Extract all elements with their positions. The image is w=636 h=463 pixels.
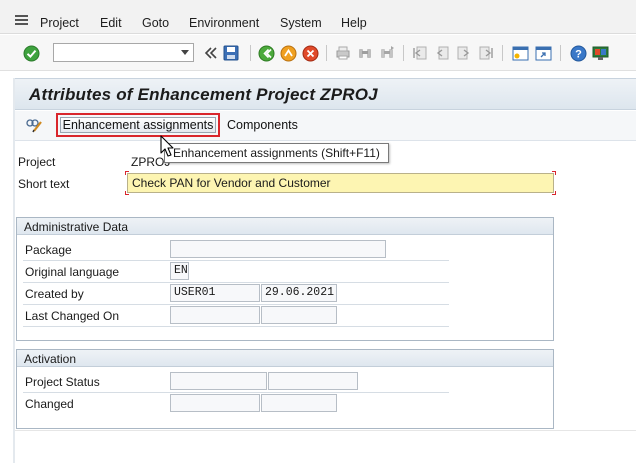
required-corner-mark: [125, 171, 129, 175]
menu-help[interactable]: Help: [341, 16, 367, 30]
enhancement-assignments-highlight: Enhancement assignments: [56, 113, 220, 137]
activation-title: Activation: [17, 350, 553, 367]
menu-project[interactable]: Project: [40, 16, 79, 30]
customize-layout-icon[interactable]: [591, 44, 609, 62]
toolbar-separator: [403, 45, 404, 61]
last-page-icon[interactable]: [477, 44, 495, 62]
changed-extra-field[interactable]: [261, 394, 337, 412]
mouse-cursor-icon: [160, 135, 176, 159]
row-divider: [23, 392, 449, 393]
row-divider: [23, 282, 449, 283]
title-bar: Attributes of Enhancement Project ZPROJ: [15, 78, 636, 110]
last-changed-date-field[interactable]: [261, 306, 337, 324]
command-field[interactable]: [53, 43, 194, 62]
toolbar-separator: [560, 45, 561, 61]
project-status-extra-field[interactable]: [268, 372, 358, 390]
cancel-icon[interactable]: [301, 44, 319, 62]
administrative-data-group: Administrative Data Package Original lan…: [16, 217, 554, 341]
created-by-user-field[interactable]: USER01: [170, 284, 260, 302]
new-session-icon[interactable]: [511, 44, 529, 62]
menu-bar: Project Edit Goto Environment System Hel…: [0, 0, 636, 34]
changed-label: Changed: [25, 397, 74, 411]
svg-text:?: ?: [575, 48, 582, 60]
toolbar-separator: [250, 45, 251, 61]
standard-toolbar: ?: [0, 35, 636, 71]
original-language-label: Original language: [25, 265, 120, 279]
print-icon[interactable]: [334, 44, 352, 62]
last-changed-label: Last Changed On: [25, 309, 120, 323]
exit-icon[interactable]: [279, 44, 297, 62]
row-divider: [23, 260, 449, 261]
package-field[interactable]: [170, 240, 386, 258]
required-corner-mark: [552, 191, 556, 195]
menu-edit[interactable]: Edit: [100, 16, 122, 30]
menu-system[interactable]: System: [280, 16, 322, 30]
activation-group: Activation Project Status Changed: [16, 349, 554, 429]
project-label: Project: [18, 155, 56, 169]
command-input[interactable]: [54, 44, 174, 61]
changed-field[interactable]: [170, 394, 260, 412]
original-language-field[interactable]: EN: [170, 262, 189, 280]
bottom-divider: [15, 430, 636, 431]
back-icon[interactable]: [257, 44, 275, 62]
enhancement-assignments-button[interactable]: Enhancement assignments: [60, 117, 216, 133]
chevron-down-icon[interactable]: [181, 50, 189, 55]
created-on-date-field[interactable]: 29.06.2021: [261, 284, 337, 302]
save-icon[interactable]: [222, 44, 240, 62]
help-icon[interactable]: ?: [569, 44, 587, 62]
first-page-icon[interactable]: [411, 44, 429, 62]
find-next-icon[interactable]: [378, 44, 396, 62]
page-title: Attributes of Enhancement Project ZPROJ: [29, 85, 378, 104]
previous-page-icon[interactable]: [433, 44, 451, 62]
short-text-field[interactable]: Check PAN for Vendor and Customer: [127, 173, 554, 193]
display-change-icon[interactable]: [25, 117, 43, 133]
administrative-data-title: Administrative Data: [17, 218, 553, 235]
find-icon[interactable]: [356, 44, 374, 62]
required-corner-mark: [125, 191, 129, 195]
shortcut-icon[interactable]: [534, 44, 552, 62]
enhancement-assignments-tooltip: Enhancement assignments (Shift+F11): [164, 143, 389, 163]
double-chevron-left-icon[interactable]: [202, 44, 220, 62]
components-button[interactable]: Components: [227, 118, 298, 132]
short-text-label: Short text: [18, 177, 70, 191]
row-divider: [23, 304, 449, 305]
application-toolbar: Enhancement assignments Components: [15, 111, 636, 141]
menu-goto[interactable]: Goto: [142, 16, 169, 30]
toolbar-separator: [502, 45, 503, 61]
menu-environment[interactable]: Environment: [189, 16, 259, 30]
created-by-label: Created by: [25, 287, 84, 301]
toolbar-separator: [326, 45, 327, 61]
system-menu-icon[interactable]: [15, 15, 28, 25]
last-changed-user-field[interactable]: [170, 306, 260, 324]
package-label: Package: [25, 243, 72, 257]
required-corner-mark: [552, 171, 556, 175]
project-status-label: Project Status: [25, 375, 100, 389]
enter-check-icon[interactable]: [22, 44, 40, 62]
project-status-field[interactable]: [170, 372, 267, 390]
row-divider: [23, 326, 449, 327]
next-page-icon[interactable]: [455, 44, 473, 62]
